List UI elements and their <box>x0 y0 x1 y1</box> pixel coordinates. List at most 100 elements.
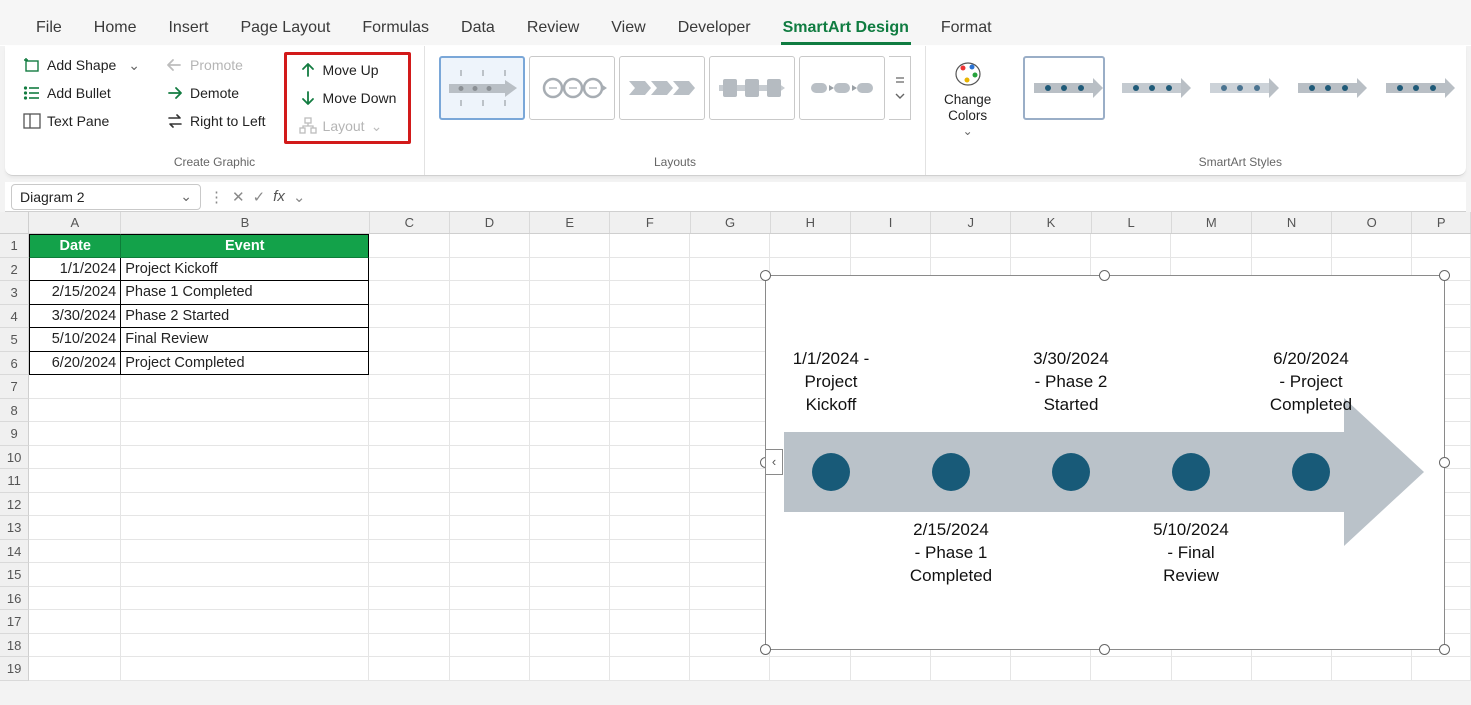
tab-insert[interactable]: Insert <box>166 13 210 45</box>
cell[interactable]: Project Kickoff <box>121 258 369 282</box>
cell[interactable] <box>369 516 449 540</box>
timeline-dot[interactable] <box>1052 453 1090 491</box>
cell[interactable] <box>369 328 449 352</box>
cell[interactable] <box>530 516 610 540</box>
cell[interactable]: Project Completed <box>121 352 369 376</box>
cancel-icon[interactable]: ✕ <box>232 188 245 206</box>
resize-handle[interactable] <box>1099 270 1110 281</box>
cell[interactable] <box>690 399 770 423</box>
cell[interactable] <box>690 657 770 681</box>
cell[interactable] <box>369 634 449 658</box>
cell[interactable] <box>369 446 449 470</box>
cell[interactable] <box>29 493 121 517</box>
cell[interactable] <box>770 234 850 258</box>
move-up-button[interactable]: Move Up <box>291 57 405 83</box>
row-header[interactable]: 3 <box>0 281 29 305</box>
col-header-O[interactable]: O <box>1332 212 1412 233</box>
cell[interactable] <box>369 305 449 329</box>
promote-button[interactable]: Promote <box>158 52 274 78</box>
cell[interactable] <box>690 352 770 376</box>
cell[interactable] <box>1332 234 1412 258</box>
cell[interactable] <box>610 657 690 681</box>
cell[interactable]: Final Review <box>121 328 369 352</box>
col-header-H[interactable]: H <box>771 212 851 233</box>
cell[interactable] <box>610 634 690 658</box>
cell[interactable] <box>450 563 530 587</box>
cell[interactable] <box>530 399 610 423</box>
col-header-L[interactable]: L <box>1092 212 1172 233</box>
cell[interactable] <box>530 634 610 658</box>
timeline-label[interactable]: 5/10/2024 - Final Review <box>1126 519 1256 588</box>
row-header[interactable]: 16 <box>0 587 29 611</box>
cell[interactable] <box>610 328 690 352</box>
row-header[interactable]: 6 <box>0 352 29 376</box>
layout-thumb-3[interactable] <box>619 56 705 120</box>
col-header-C[interactable]: C <box>370 212 450 233</box>
timeline-dot[interactable] <box>1292 453 1330 491</box>
cell[interactable] <box>369 563 449 587</box>
cell[interactable] <box>610 540 690 564</box>
name-box[interactable]: Diagram 2 ⌄ <box>11 184 201 210</box>
cell[interactable] <box>29 540 121 564</box>
cell[interactable] <box>1011 234 1091 258</box>
cell[interactable] <box>1172 657 1252 681</box>
cell[interactable]: Phase 1 Completed <box>121 281 369 305</box>
resize-handle[interactable] <box>760 644 771 655</box>
cell[interactable] <box>690 375 770 399</box>
tab-file[interactable]: File <box>34 13 64 45</box>
cell[interactable] <box>369 657 449 681</box>
cell[interactable] <box>1091 234 1171 258</box>
cell[interactable] <box>450 352 530 376</box>
cell[interactable] <box>121 446 369 470</box>
cell[interactable] <box>450 516 530 540</box>
cell[interactable] <box>121 540 369 564</box>
cell[interactable] <box>530 469 610 493</box>
layouts-gallery-dropdown[interactable] <box>889 56 911 120</box>
cell[interactable] <box>610 587 690 611</box>
vdots-icon[interactable]: ⋮ <box>209 188 224 206</box>
cell[interactable] <box>610 516 690 540</box>
cell[interactable] <box>29 399 121 423</box>
cell[interactable]: 6/20/2024 <box>29 352 121 376</box>
timeline-label[interactable]: 1/1/2024 - Project Kickoff <box>766 348 896 417</box>
row-header[interactable]: 11 <box>0 469 29 493</box>
cell[interactable] <box>369 587 449 611</box>
resize-handle[interactable] <box>1439 270 1450 281</box>
cell[interactable] <box>530 422 610 446</box>
cell[interactable] <box>121 587 369 611</box>
cell[interactable] <box>690 563 770 587</box>
cell[interactable] <box>369 375 449 399</box>
cell[interactable] <box>1412 234 1471 258</box>
cell[interactable] <box>1091 657 1171 681</box>
row-header[interactable]: 4 <box>0 305 29 329</box>
cell[interactable] <box>530 328 610 352</box>
layout-button[interactable]: Layout ⌄ <box>291 113 405 139</box>
fx-icon[interactable]: fx <box>273 188 285 205</box>
text-pane-toggle[interactable]: ‹ <box>765 449 783 475</box>
cell[interactable] <box>450 657 530 681</box>
cell[interactable] <box>610 352 690 376</box>
cell[interactable]: 1/1/2024 <box>29 258 121 282</box>
cell[interactable] <box>770 657 850 681</box>
col-header-F[interactable]: F <box>610 212 690 233</box>
cell[interactable]: Date <box>29 234 121 258</box>
cell[interactable] <box>450 540 530 564</box>
cell[interactable] <box>610 375 690 399</box>
tab-format[interactable]: Format <box>939 13 994 45</box>
cell[interactable] <box>530 540 610 564</box>
col-header-D[interactable]: D <box>450 212 530 233</box>
col-header-K[interactable]: K <box>1011 212 1091 233</box>
cell[interactable] <box>121 634 369 658</box>
cell[interactable] <box>450 446 530 470</box>
cell[interactable] <box>369 258 449 282</box>
col-header-M[interactable]: M <box>1172 212 1252 233</box>
col-header-P[interactable]: P <box>1412 212 1471 233</box>
cell[interactable] <box>369 610 449 634</box>
cell[interactable] <box>690 446 770 470</box>
col-header-G[interactable]: G <box>691 212 771 233</box>
cell[interactable]: Event <box>121 234 369 258</box>
cell[interactable] <box>690 258 770 282</box>
cell[interactable] <box>369 469 449 493</box>
right-to-left-button[interactable]: Right to Left <box>158 108 274 134</box>
timeline-dot[interactable] <box>932 453 970 491</box>
